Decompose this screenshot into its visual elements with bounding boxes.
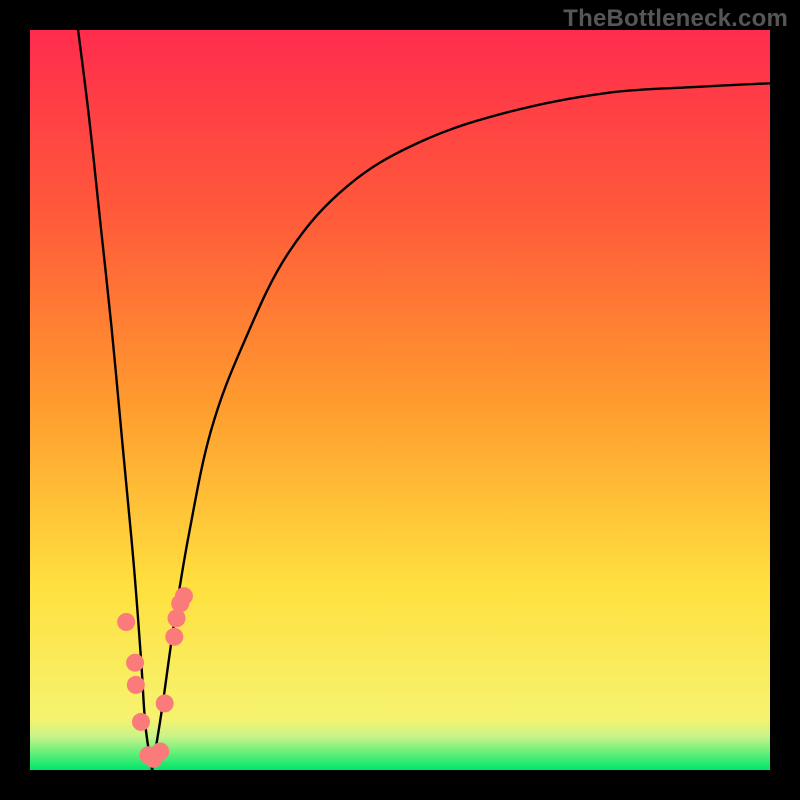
data-point bbox=[127, 676, 145, 694]
data-point bbox=[117, 613, 135, 631]
watermark-text: TheBottleneck.com bbox=[563, 5, 788, 33]
data-point bbox=[175, 587, 193, 605]
data-point bbox=[156, 694, 174, 712]
data-point bbox=[126, 654, 144, 672]
chart-frame: TheBottleneck.com bbox=[0, 0, 800, 800]
data-point bbox=[132, 713, 150, 731]
data-point bbox=[165, 628, 183, 646]
bottleneck-chart bbox=[0, 0, 800, 800]
data-point bbox=[151, 743, 169, 761]
